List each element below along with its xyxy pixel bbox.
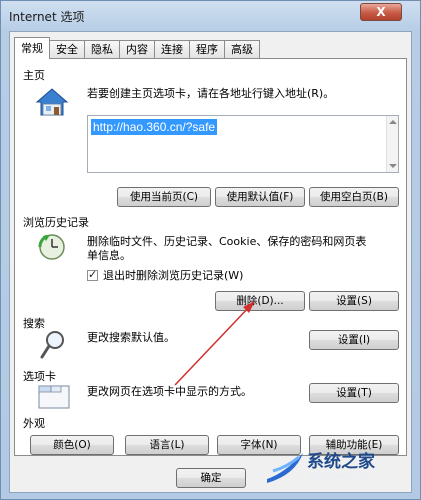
tab-content[interactable]: 内容: [119, 40, 155, 58]
home-description: 若要创建主页选项卡，请在各地址行键入地址(R)。: [87, 87, 335, 100]
general-tab-page: 主页 若要创建主页选项卡，请在各地址行键入地址(R)。 http://hao.3…: [14, 58, 407, 456]
watermark-text: 系统之家: [307, 452, 375, 472]
scroll-up-icon[interactable]: [389, 120, 397, 124]
tabs-icon: [37, 382, 71, 413]
search-description: 更改搜索默认值。: [87, 331, 175, 344]
scroll-down-icon[interactable]: [389, 164, 397, 168]
use-current-button[interactable]: 使用当前页(C): [117, 187, 211, 207]
tab-privacy[interactable]: 隐私: [84, 40, 120, 58]
homepage-url-text: http://hao.360.cn/?safe: [91, 119, 218, 135]
tabs-settings-button[interactable]: 设置(T): [309, 383, 399, 403]
tab-strip: 常规 安全 隐私 内容 连接 程序 高级: [14, 37, 260, 59]
close-button[interactable]: X: [360, 3, 402, 21]
history-settings-button[interactable]: 设置(S): [309, 291, 399, 311]
search-settings-button[interactable]: 设置(I): [309, 330, 399, 350]
url-field-scrollbar[interactable]: [386, 116, 398, 172]
history-section-label: 浏览历史记录: [23, 216, 89, 229]
history-description: 删除临时文件、历史记录、Cookie、保存的密码和网页表单信息。: [87, 235, 367, 262]
close-icon: X: [376, 5, 386, 19]
use-blank-button[interactable]: 使用空白页(B): [309, 187, 399, 207]
appearance-section-label: 外观: [23, 417, 45, 430]
delete-on-exit-label: 退出时删除浏览历史记录(W): [103, 269, 244, 282]
ok-button[interactable]: 确定: [176, 468, 246, 488]
tab-connections[interactable]: 连接: [154, 40, 190, 58]
tab-programs[interactable]: 程序: [189, 40, 225, 58]
search-icon: [39, 329, 67, 364]
home-section-label: 主页: [23, 69, 45, 82]
title-bar[interactable]: Internet 选项 X: [1, 1, 420, 31]
internet-options-window: Internet 选项 X 常规 安全 隐私 内容 连接 程序 高级 主页 若要…: [0, 0, 421, 500]
watermark-logo-icon: [267, 453, 303, 483]
tab-security[interactable]: 安全: [49, 40, 85, 58]
tab-general[interactable]: 常规: [14, 37, 50, 59]
site-watermark: 系统之家 Win10net.com: [263, 445, 413, 491]
use-default-button[interactable]: 使用默认值(F): [215, 187, 305, 207]
dialog-client: 常规 安全 隐私 内容 连接 程序 高级 主页 若要创建主页选项卡，请在各地址行…: [9, 31, 412, 493]
history-clock-icon: [37, 232, 67, 265]
watermark-url: Win10net.com: [309, 471, 373, 482]
colors-button[interactable]: 颜色(O): [30, 435, 114, 455]
annotation-arrow-icon: [174, 301, 255, 386]
delete-on-exit-checkbox[interactable]: [87, 268, 98, 281]
home-icon: [35, 87, 69, 120]
languages-button[interactable]: 语言(L): [125, 435, 209, 455]
homepage-url-field[interactable]: http://hao.360.cn/?safe: [87, 115, 399, 173]
tab-advanced[interactable]: 高级: [224, 40, 260, 58]
window-title: Internet 选项: [9, 10, 85, 24]
